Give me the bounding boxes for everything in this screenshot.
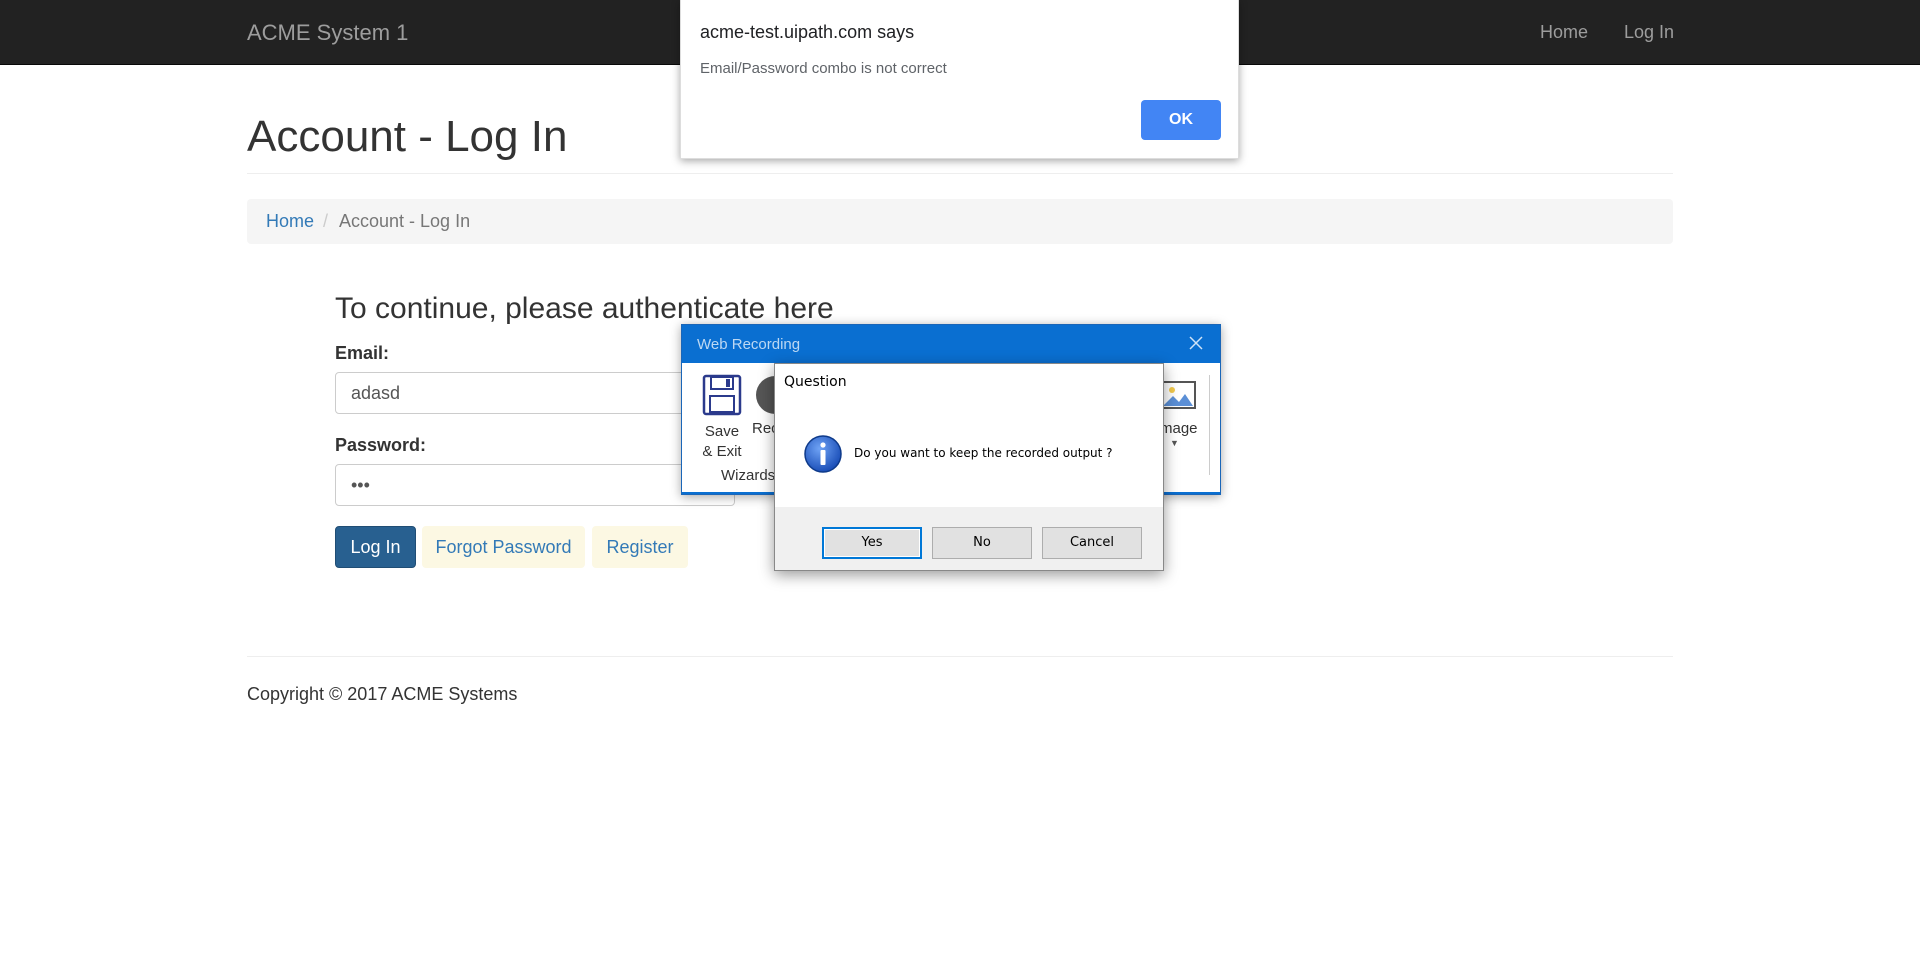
register-button[interactable]: Register [592,526,688,568]
no-button[interactable]: No [932,527,1032,559]
password-label: Password: [335,435,427,455]
brand-logo-text[interactable]: ACME System 1 [247,20,408,46]
save-label-line2: & Exit [702,443,742,460]
save-label-line1: Save [704,423,740,440]
email-field[interactable] [335,372,735,414]
footer-copyright: Copyright © 2017 ACME Systems [247,684,518,704]
question-dialog-footer: Yes No Cancel [775,507,1163,570]
chevron-down-icon[interactable]: ▼ [1170,438,1179,448]
close-icon[interactable] [1184,331,1208,355]
login-button[interactable]: Log In [335,526,416,568]
password-field[interactable] [335,464,735,506]
breadcrumb-home-link[interactable]: Home [266,211,314,232]
alert-title: acme-test.uipath.com says [700,22,915,42]
page-title: Account - Log In [247,112,568,161]
email-label: Email: [335,343,390,363]
question-dialog-message: Do you want to keep the recorded output … [854,446,1113,460]
wizards-group-label: Wizards [721,467,776,484]
nav-login-link[interactable]: Log In [1624,22,1674,43]
web-recording-title: Web Recording [697,336,801,353]
image-icon[interactable] [1159,380,1197,410]
floppy-disk-icon [702,374,742,416]
question-dialog-title: Question [784,374,847,390]
breadcrumb: Home / Account - Log In [247,199,1673,244]
nav-home-link[interactable]: Home [1540,22,1588,43]
cancel-button[interactable]: Cancel [1042,527,1142,559]
question-dialog: Question Do you want to keep the recorde… [774,363,1164,571]
form-subtitle: To continue, please authenticate here [335,292,834,325]
save-exit-button[interactable]: Save & Exit [698,374,746,461]
alert-message: Email/Password combo is not correct [700,60,947,77]
breadcrumb-separator: / [323,211,329,231]
yes-button[interactable]: Yes [822,527,922,559]
breadcrumb-current: Account - Log In [339,211,471,231]
browser-alert-dialog: acme-test.uipath.com says Email/Password… [680,0,1239,159]
image-label: mage [1160,420,1198,437]
web-recording-titlebar: Web Recording [682,325,1220,363]
alert-ok-button[interactable]: OK [1141,100,1221,140]
title-divider [247,173,1673,174]
footer-divider [247,656,1673,657]
ribbon-divider [1209,375,1210,475]
info-icon [804,435,842,473]
forgot-password-button[interactable]: Forgot Password [422,526,585,568]
